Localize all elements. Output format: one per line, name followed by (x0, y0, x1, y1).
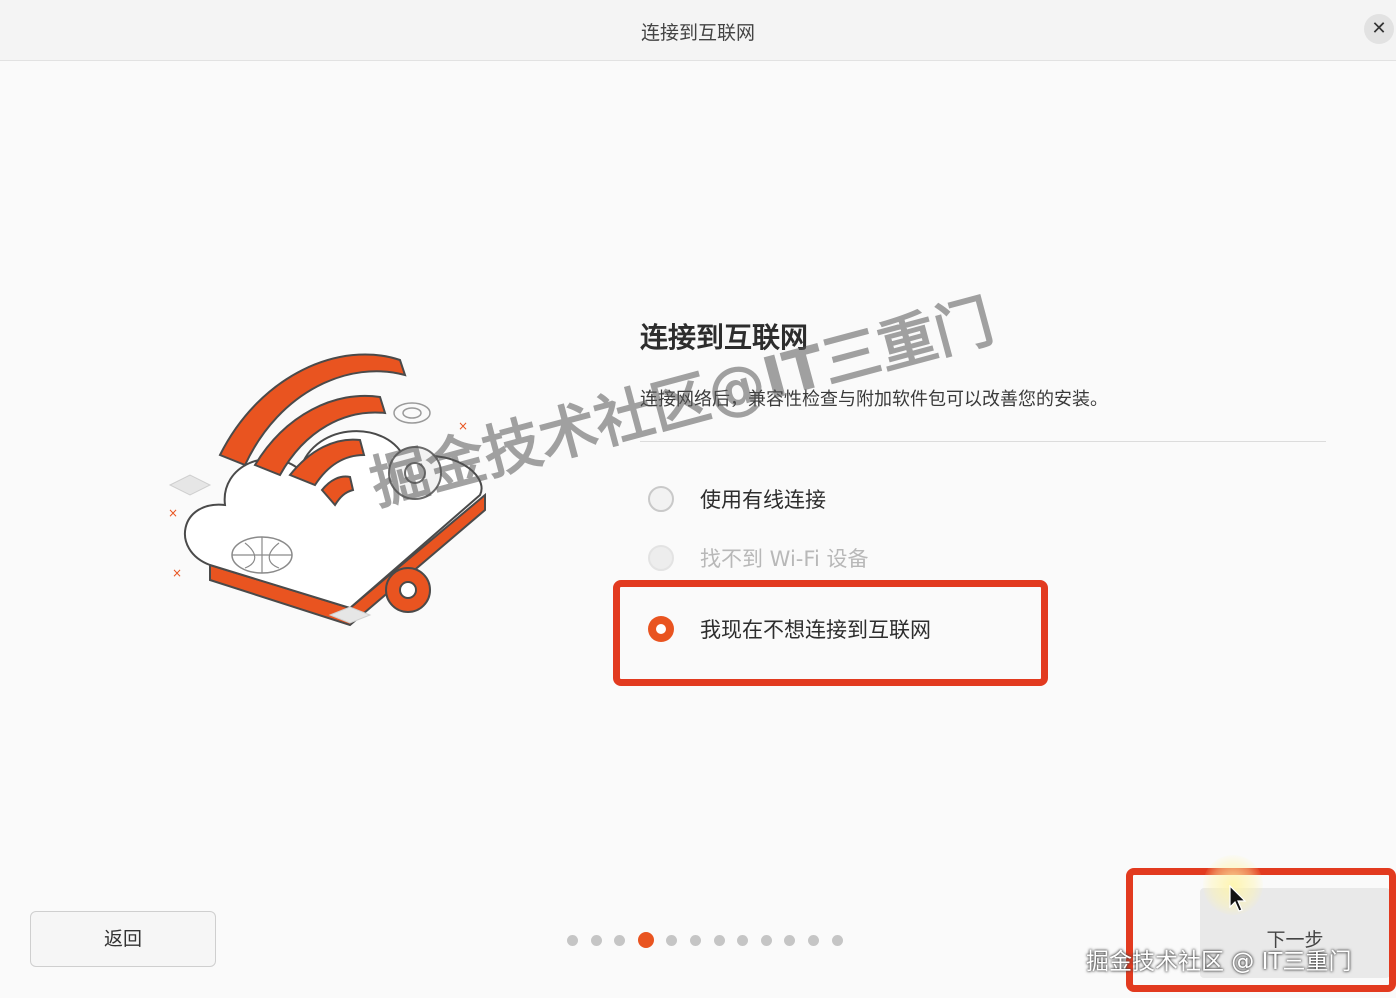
progress-dot (831, 934, 843, 946)
option-label: 使用有线连接 (700, 488, 826, 512)
svg-text:×: × (172, 566, 182, 580)
progress-dot (689, 934, 701, 946)
mouse-cursor-icon (1229, 885, 1247, 912)
svg-text:×: × (168, 506, 178, 520)
watermark-corner: 掘金技术社区 @ IT三重门 (1086, 949, 1352, 975)
progress-dot (666, 934, 678, 946)
close-icon: ✕ (1371, 18, 1387, 39)
progress-dot (784, 934, 796, 946)
progress-dot (713, 934, 725, 946)
window-title: 连接到互联网 (640, 22, 755, 44)
progress-dots (567, 932, 855, 948)
progress-dot (737, 934, 749, 946)
radio-button[interactable] (648, 486, 674, 512)
progress-dot-active (637, 932, 654, 948)
back-button[interactable]: 返回 (30, 911, 216, 967)
radio-button (648, 545, 674, 571)
progress-dot (614, 934, 626, 946)
progress-dot (590, 934, 602, 946)
option-wifi: 找不到 Wi-Fi 设备 (648, 541, 868, 575)
progress-dot (760, 934, 772, 946)
option-wired[interactable]: 使用有线连接 (648, 482, 826, 516)
title-bar: 连接到互联网 ✕ (0, 0, 1396, 61)
annotation-box (613, 580, 1048, 686)
close-button[interactable]: ✕ (1364, 14, 1394, 44)
divider (640, 441, 1326, 442)
progress-dot (567, 934, 578, 946)
option-label: 找不到 Wi-Fi 设备 (700, 547, 869, 571)
progress-dot (807, 934, 819, 946)
